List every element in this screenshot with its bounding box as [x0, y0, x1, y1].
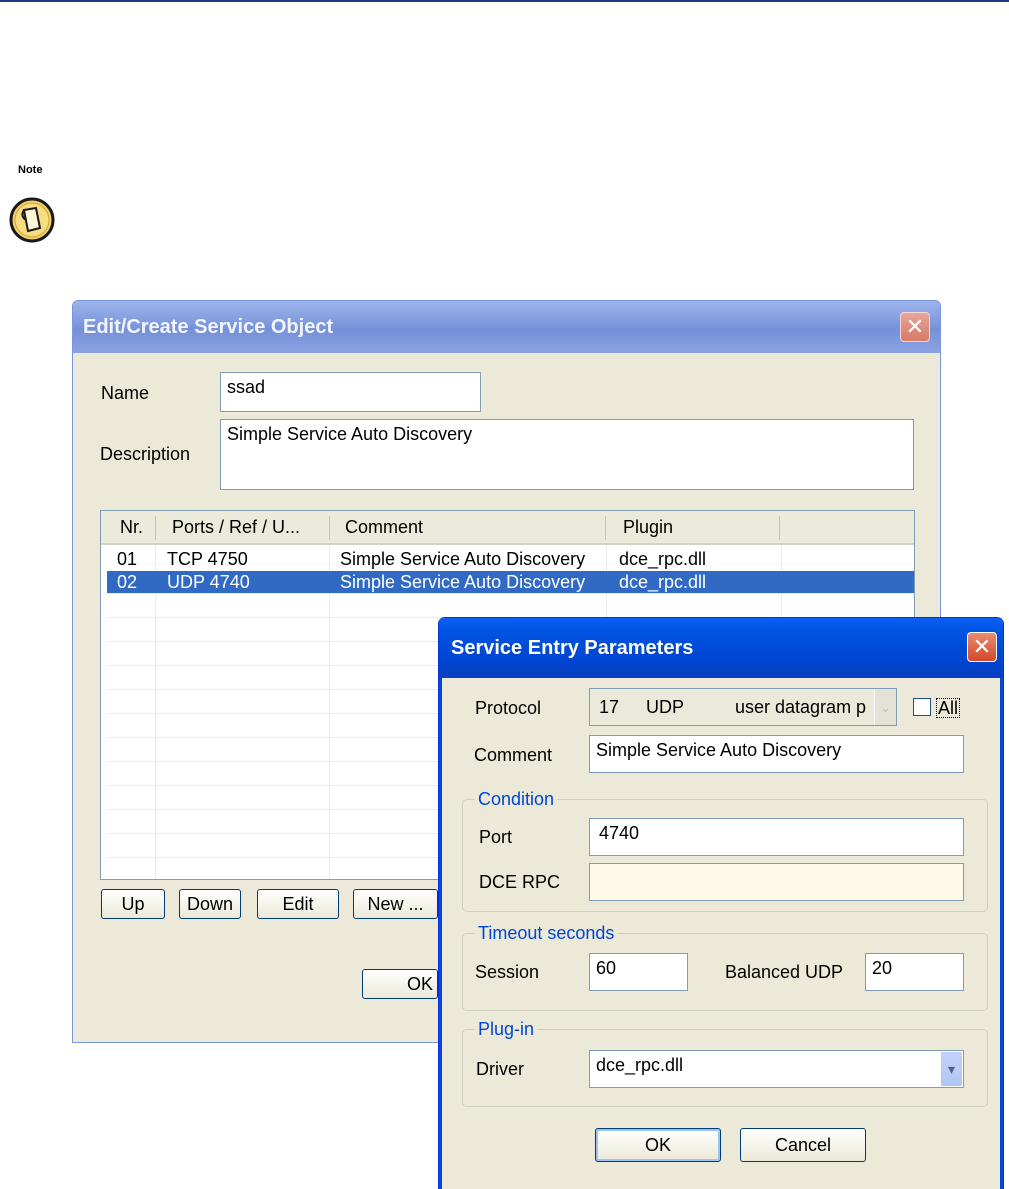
ok-button[interactable]: OK	[362, 969, 438, 999]
row-port: TCP 4750	[167, 549, 248, 569]
column-header-nr[interactable]: Nr.	[120, 517, 143, 538]
table-row-selected[interactable]: 02 UDP 4740 Simple Service Auto Discover…	[107, 571, 914, 593]
new-button[interactable]: New ...	[353, 889, 438, 919]
chevron-down-icon[interactable]: ⌄	[874, 689, 896, 725]
down-button[interactable]: Down	[179, 889, 241, 919]
driver-value: dce_rpc.dll	[596, 1055, 684, 1075]
row-plugin: dce_rpc.dll	[619, 572, 707, 592]
ok-button[interactable]: OK	[595, 1128, 721, 1162]
edit-button[interactable]: Edit	[257, 889, 339, 919]
protocol-description: user datagram p	[735, 697, 867, 717]
protocol-name: UDP	[646, 697, 685, 717]
name-label: Name	[101, 383, 150, 403]
dialog-title: Service Entry Parameters	[451, 636, 694, 659]
note-label: Note	[18, 164, 43, 176]
chevron-down-icon[interactable]: ▾	[940, 1052, 962, 1086]
balanced-udp-label: Balanced UDP	[725, 962, 844, 982]
up-button[interactable]: Up	[101, 889, 165, 919]
port-input[interactable]: 4740	[589, 818, 964, 856]
protocol-label: Protocol	[475, 698, 542, 718]
column-header-plugin[interactable]: Plugin	[623, 517, 673, 538]
close-icon[interactable]: ✕	[967, 632, 997, 662]
row-comment: Simple Service Auto Discovery	[340, 572, 586, 592]
column-header-comment[interactable]: Comment	[345, 517, 423, 538]
window-title: Edit/Create Service Object	[83, 315, 334, 338]
dce-rpc-input[interactable]	[589, 863, 964, 901]
comment-label: Comment	[474, 745, 553, 765]
row-nr: 01	[117, 549, 138, 569]
row-port: UDP 4740	[167, 572, 250, 592]
port-label: Port	[479, 827, 513, 847]
all-checkbox[interactable]	[913, 698, 931, 716]
plugin-group-title: Plug-in	[475, 1019, 538, 1040]
name-input[interactable]: ssad	[220, 372, 481, 412]
column-header-ports[interactable]: Ports / Ref / U...	[172, 517, 300, 538]
note-icon	[9, 197, 55, 243]
timeout-group-title: Timeout seconds	[475, 923, 618, 944]
driver-select[interactable]: dce_rpc.dll ▾	[589, 1050, 964, 1088]
dce-rpc-label: DCE RPC	[479, 872, 561, 892]
session-label: Session	[475, 962, 540, 982]
row-plugin: dce_rpc.dll	[619, 549, 707, 569]
dialog-titlebar: Service Entry Parameters ✕	[439, 618, 1003, 678]
comment-input[interactable]: Simple Service Auto Discovery	[589, 735, 964, 773]
driver-label: Driver	[476, 1059, 524, 1079]
description-input[interactable]: Simple Service Auto Discovery	[220, 419, 914, 490]
close-icon[interactable]: ✕	[900, 312, 930, 342]
table-header: Nr. Ports / Ref / U... Comment Plugin	[101, 511, 914, 545]
protocol-select[interactable]: 17 UDP user datagram p ⌄	[589, 688, 897, 726]
row-comment: Simple Service Auto Discovery	[340, 549, 586, 569]
condition-group-title: Condition	[475, 789, 558, 810]
session-input[interactable]: 60	[589, 953, 688, 991]
top-rule	[0, 0, 1009, 2]
table-row[interactable]: 01 TCP 4750 Simple Service Auto Discover…	[107, 548, 914, 570]
protocol-number: 17	[599, 697, 620, 717]
balanced-udp-input[interactable]: 20	[865, 953, 964, 991]
window-titlebar: Edit/Create Service Object ✕	[73, 301, 940, 353]
cancel-button[interactable]: Cancel	[740, 1128, 866, 1162]
all-label[interactable]: All	[936, 698, 961, 718]
row-nr: 02	[117, 572, 138, 592]
description-label: Description	[100, 444, 191, 464]
